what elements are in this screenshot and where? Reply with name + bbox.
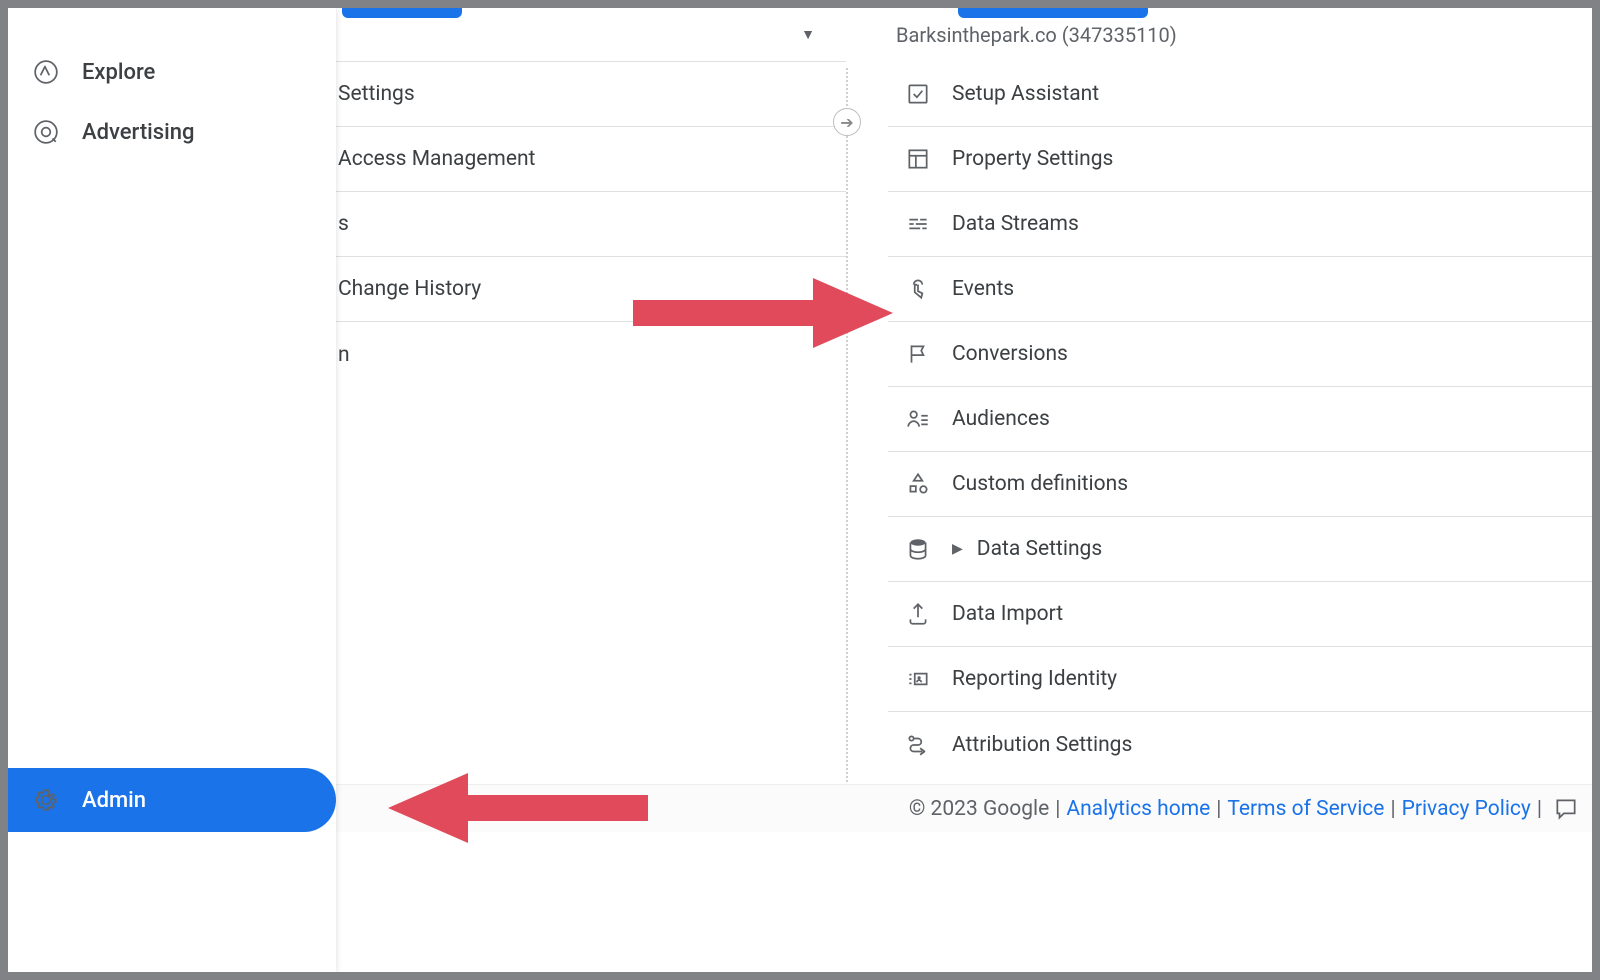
footer-link-tos[interactable]: Terms of Service	[1227, 797, 1384, 821]
database-icon	[904, 535, 932, 563]
account-row-label: Access Management	[338, 147, 535, 171]
explore-icon	[32, 58, 60, 86]
gear-icon	[32, 786, 60, 814]
footer-link-privacy[interactable]: Privacy Policy	[1402, 797, 1531, 821]
prop-row-label: Reporting Identity	[952, 667, 1117, 691]
expand-icon: ▶	[952, 541, 963, 557]
footer-separator: |	[1537, 797, 1542, 821]
footer-separator: |	[1216, 797, 1221, 821]
prop-row-custom-definitions[interactable]: Custom definitions	[888, 452, 1592, 517]
prop-row-data-streams[interactable]: Data Streams	[888, 192, 1592, 257]
sidebar-advertising-label: Advertising	[82, 120, 194, 145]
account-row-settings[interactable]: Settings	[336, 62, 846, 127]
prop-row-property-settings[interactable]: Property Settings	[888, 127, 1592, 192]
checkbox-icon	[904, 80, 932, 108]
arrow-right-icon: ➔	[840, 113, 853, 132]
identity-icon	[904, 665, 932, 693]
prop-row-events[interactable]: Events	[888, 257, 1592, 322]
account-row-label: n	[338, 343, 350, 367]
left-sidebar: Explore Advertising Admin	[8, 8, 336, 972]
prop-row-label: Data Settings	[977, 537, 1102, 561]
sidebar-explore-label: Explore	[82, 60, 155, 85]
account-row-access-mgmt[interactable]: Access Management	[336, 127, 846, 192]
layout-icon	[904, 145, 932, 173]
property-header-label: Barksinthepark.co (347335110)	[896, 23, 1177, 47]
prop-row-label: Custom definitions	[952, 472, 1128, 496]
account-row-filters[interactable]: s	[336, 192, 846, 257]
sidebar-item-explore[interactable]: Explore	[8, 42, 336, 102]
footer-copyright: © 2023 Google	[909, 797, 1049, 821]
collapse-account-button[interactable]: ➔	[833, 108, 861, 136]
shapes-icon	[904, 470, 932, 498]
prop-row-label: Property Settings	[952, 147, 1113, 171]
footer-link-analytics-home[interactable]: Analytics home	[1066, 797, 1210, 821]
prop-row-audiences[interactable]: Audiences	[888, 387, 1592, 452]
prop-row-label: Attribution Settings	[952, 733, 1132, 757]
prop-row-label: Setup Assistant	[952, 82, 1099, 106]
chevron-down-icon: ▼	[794, 21, 822, 49]
prop-row-reporting-identity[interactable]: Reporting Identity	[888, 647, 1592, 712]
sidebar-admin-label: Admin	[82, 788, 146, 813]
prop-row-setup-assistant[interactable]: Setup Assistant	[888, 62, 1592, 127]
footer: © 2023 Google | Analytics home | Terms o…	[336, 784, 1592, 832]
property-blue-accent	[958, 8, 1148, 18]
prop-row-label: Data Streams	[952, 212, 1079, 236]
tap-icon	[904, 275, 932, 303]
prop-row-label: Conversions	[952, 342, 1068, 366]
sidebar-item-advertising[interactable]: Advertising	[8, 102, 336, 162]
account-row-label: s	[338, 212, 349, 236]
feedback-icon[interactable]	[1552, 795, 1580, 823]
prop-row-label: Audiences	[952, 407, 1050, 431]
account-row-trash-can[interactable]: n	[336, 322, 846, 387]
column-divider	[846, 68, 848, 782]
prop-row-data-settings[interactable]: ▶ Data Settings	[888, 517, 1592, 582]
footer-separator: |	[1055, 797, 1060, 821]
account-row-label: Settings	[338, 82, 415, 106]
prop-row-label: Events	[952, 277, 1014, 301]
data-streams-icon	[904, 210, 932, 238]
attribution-icon	[904, 731, 932, 759]
upload-icon	[904, 600, 932, 628]
prop-row-label: Data Import	[952, 602, 1063, 626]
prop-row-conversions[interactable]: Conversions	[888, 322, 1592, 387]
account-row-change-history[interactable]: Change History	[336, 257, 846, 322]
flag-icon	[904, 340, 932, 368]
sidebar-item-admin[interactable]: Admin	[8, 768, 336, 832]
account-blue-accent	[342, 8, 462, 18]
advertising-icon	[32, 118, 60, 146]
prop-row-data-import[interactable]: Data Import	[888, 582, 1592, 647]
audiences-icon	[904, 405, 932, 433]
prop-row-attribution-settings[interactable]: Attribution Settings	[888, 712, 1592, 777]
account-row-label: Change History	[338, 277, 481, 301]
footer-separator: |	[1390, 797, 1395, 821]
